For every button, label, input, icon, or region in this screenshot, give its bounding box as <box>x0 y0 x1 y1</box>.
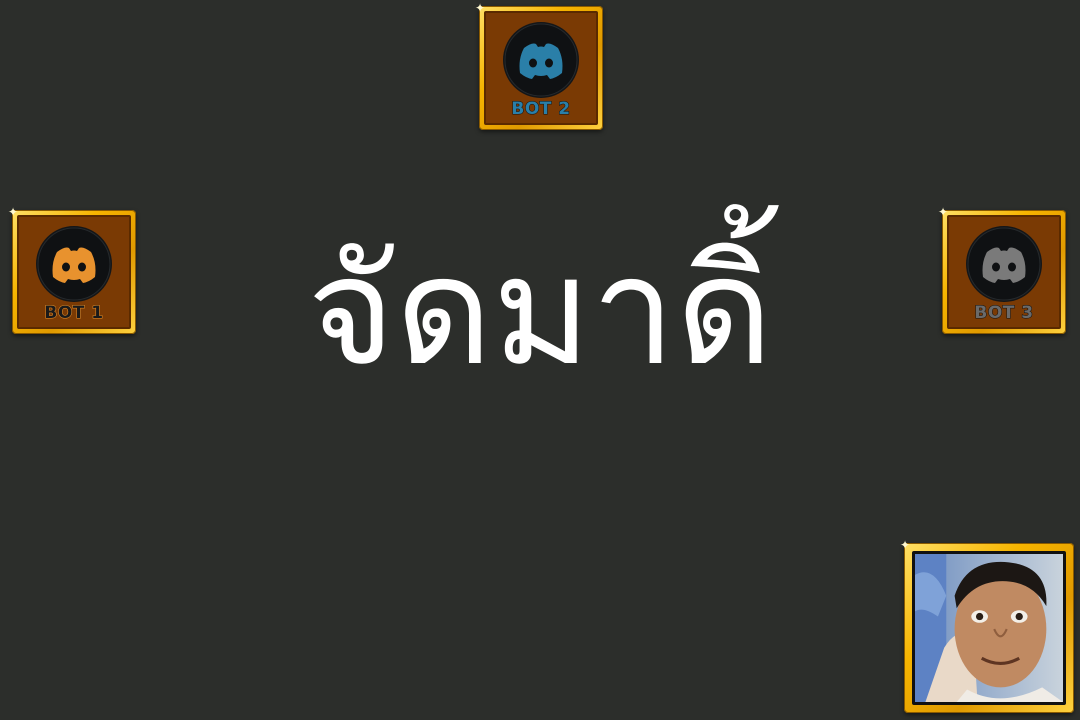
discord-icon <box>503 22 579 98</box>
sparkle-icon: ✦ <box>900 538 911 552</box>
player-slot[interactable]: ✦ <box>900 539 1074 713</box>
player-photo <box>915 554 1063 702</box>
bot-2-label: BOT 2 <box>511 99 571 120</box>
player-avatar <box>912 551 1066 705</box>
bot-2-card: BOT 2 <box>484 11 598 125</box>
center-message: จัดมาดิ้ <box>307 225 773 399</box>
bot-2-slot[interactable]: ✦ BOT 2 <box>475 2 603 130</box>
